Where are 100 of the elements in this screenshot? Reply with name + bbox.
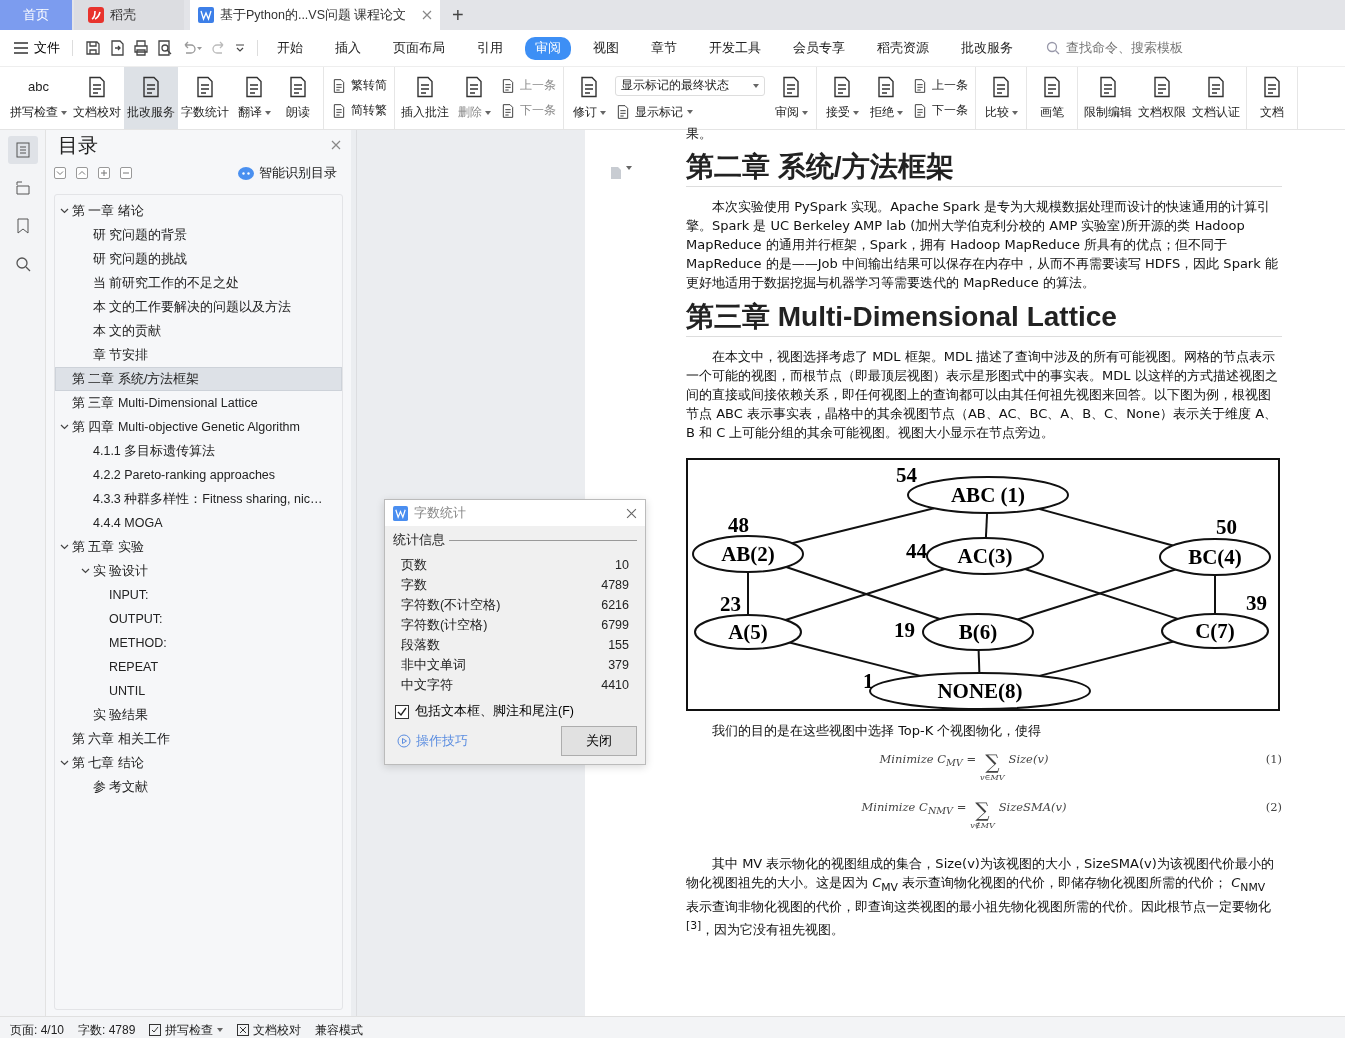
chapter-heading: 第三章 Multi-Dimensional Lattice [686,300,1282,337]
toc-item[interactable]: UNTIL [55,679,342,703]
file-menu-button[interactable]: 文件 [10,39,66,57]
toc-item[interactable]: 实 验设计 [55,559,342,583]
ribbon-button[interactable]: 上一条 [912,77,968,94]
toc-item[interactable]: REPEAT [55,655,342,679]
spellcheck-button[interactable]: 拼写检查 [149,1021,224,1038]
search-icon [14,256,31,272]
new-tab-button[interactable]: + [440,0,476,30]
toc-item[interactable]: INPUT: [55,583,342,607]
toc-item[interactable]: 第 三章 Multi-Dimensional Lattice [55,391,342,415]
edge-line [747,571,749,616]
search-icon [1046,41,1060,55]
ribbon-button[interactable]: 字数统计 [178,67,232,129]
toc-item[interactable]: 第 四章 Multi-objective Genetic Algorithm [55,415,342,439]
toc-item[interactable]: 4.4.4 MOGA [55,511,342,535]
side-nav-button[interactable] [7,136,38,164]
print-icon[interactable] [133,40,149,56]
remove-button[interactable] [120,167,132,179]
toc-item[interactable]: METHOD: [55,631,342,655]
toc-item[interactable]: 本 文的贡献 [55,319,342,343]
ribbon-button[interactable]: 审阅 [769,67,813,129]
ribbon-button[interactable]: 文档 [1250,67,1294,129]
menu-tab[interactable]: 开始 [267,36,313,60]
toc-item[interactable]: 研 究问题的背景 [55,223,342,247]
toc-item[interactable]: 第 六章 相关工作 [55,727,342,751]
caret-icon [896,110,903,115]
menu-tab[interactable]: 页面布局 [383,36,455,60]
toc-item[interactable]: OUTPUT: [55,607,342,631]
stat-value: 379 [608,658,629,672]
ribbon-button[interactable]: 文档认证 [1189,67,1243,129]
ribbon-button[interactable]: 拒绝 [864,67,908,129]
stat-value: 4410 [601,678,629,692]
menu-tab[interactable]: 稻壳资源 [867,36,939,60]
text-fragment: 果。 [686,126,713,142]
expand-button[interactable] [54,167,66,179]
page-menu-button[interactable] [609,166,632,180]
ribbon-button[interactable]: 简转繁 [331,102,387,119]
collapse-button[interactable] [76,167,88,179]
toc-item[interactable]: 当 前研究工作的不足之处 [55,271,342,295]
word-count[interactable]: 字数: 4789 [78,1021,136,1038]
display-mode-dropdown[interactable]: 显示标记的最终状态 [615,75,765,96]
ribbon-button[interactable]: 修订 [567,67,611,129]
view-size-label: 23 [720,592,741,616]
menu-tab[interactable]: 开发工具 [699,36,771,60]
chevron-icon [80,568,90,574]
ribbon-button[interactable]: 批改服务 [124,67,178,129]
export-icon[interactable] [109,40,125,56]
smart-toc-button[interactable]: 智能识别目录 [232,163,343,183]
menu-tab[interactable]: 引用 [467,36,513,60]
ribbon-button[interactable]: 繁转简 [331,77,387,94]
toc-item[interactable]: 本 文的工作要解决的问题以及方法 [55,295,342,319]
toc-item[interactable]: 第 五章 实验 [55,535,342,559]
menu-tab[interactable]: 会员专享 [783,36,855,60]
toc-item[interactable]: 第 二章 系统/方法框架 [55,367,342,391]
toc-item[interactable]: 第 七章 结论 [55,751,342,775]
toc-item[interactable]: 章 节安排 [55,343,342,367]
ribbon-button[interactable]: 文档校对 [70,67,124,129]
save-icon[interactable] [85,40,101,56]
stat-value: 6799 [601,618,629,632]
close-icon[interactable] [422,10,432,20]
print-preview-icon[interactable] [157,40,173,56]
toc-item[interactable]: 研 究问题的挑战 [55,247,342,271]
menu-tab[interactable]: 批改服务 [951,36,1023,60]
menu-tab[interactable]: 插入 [325,36,371,60]
ribbon-button[interactable]: 下一条 [912,102,968,119]
toc-item[interactable]: 4.1.1 多目标遗传算法 [55,439,342,463]
toc-item[interactable]: 参 考文献 [55,775,342,799]
toc-item[interactable]: 4.2.2 Pareto-ranking approaches [55,463,342,487]
include-checkbox[interactable]: 包括文本框、脚注和尾注(F) [393,703,576,720]
menu-tab[interactable]: 章节 [641,36,687,60]
close-icon[interactable] [626,507,637,519]
toc-item[interactable]: 实 验结果 [55,703,342,727]
proofread-button[interactable]: 文档校对 [237,1021,302,1038]
command-search-field[interactable]: 查找命令、搜索模板 [1046,40,1218,56]
add-button[interactable] [98,167,110,179]
stat-value: 4789 [601,578,629,592]
ribbon-button[interactable]: 插入批注 [398,67,452,129]
ribbon-button[interactable]: 比较 [979,67,1023,129]
ribbon-button[interactable]: 文档权限 [1135,67,1189,129]
ribbon-button[interactable]: 翻译 [232,67,276,129]
toc-item[interactable]: 4.3.3 种群多样性：Fitness sharing, nic… [55,487,342,511]
chevron-icon [59,208,69,214]
ribbon-button[interactable]: 朗读 [276,67,320,129]
document-tab[interactable]: 稻壳 [74,0,184,30]
ribbon-button[interactable]: 画笔 [1030,67,1074,129]
equation-lhs: Minimize C$_{NMV}$ = [861,800,967,817]
caret-icon [753,83,759,88]
ribbon-button[interactable]: abc 拼写检查 [7,67,70,129]
menu-tab[interactable]: 视图 [583,36,629,60]
stat-value: 10 [615,558,629,572]
checkbox[interactable] [395,704,409,719]
document-tab[interactable]: 基于Python的...VS问题 课程论文 [190,0,440,30]
ribbon-button[interactable]: 接受 [820,67,864,129]
close-button[interactable]: 关闭 [561,726,637,756]
ribbon-button[interactable]: 限制编辑 [1081,67,1135,129]
toc-item[interactable]: 第 一章 绪论 [55,199,342,223]
stat-label: 中文字符 [401,676,453,694]
chevron-down-icon[interactable] [235,44,245,52]
ribbon-button[interactable]: 显示标记 [615,103,765,121]
